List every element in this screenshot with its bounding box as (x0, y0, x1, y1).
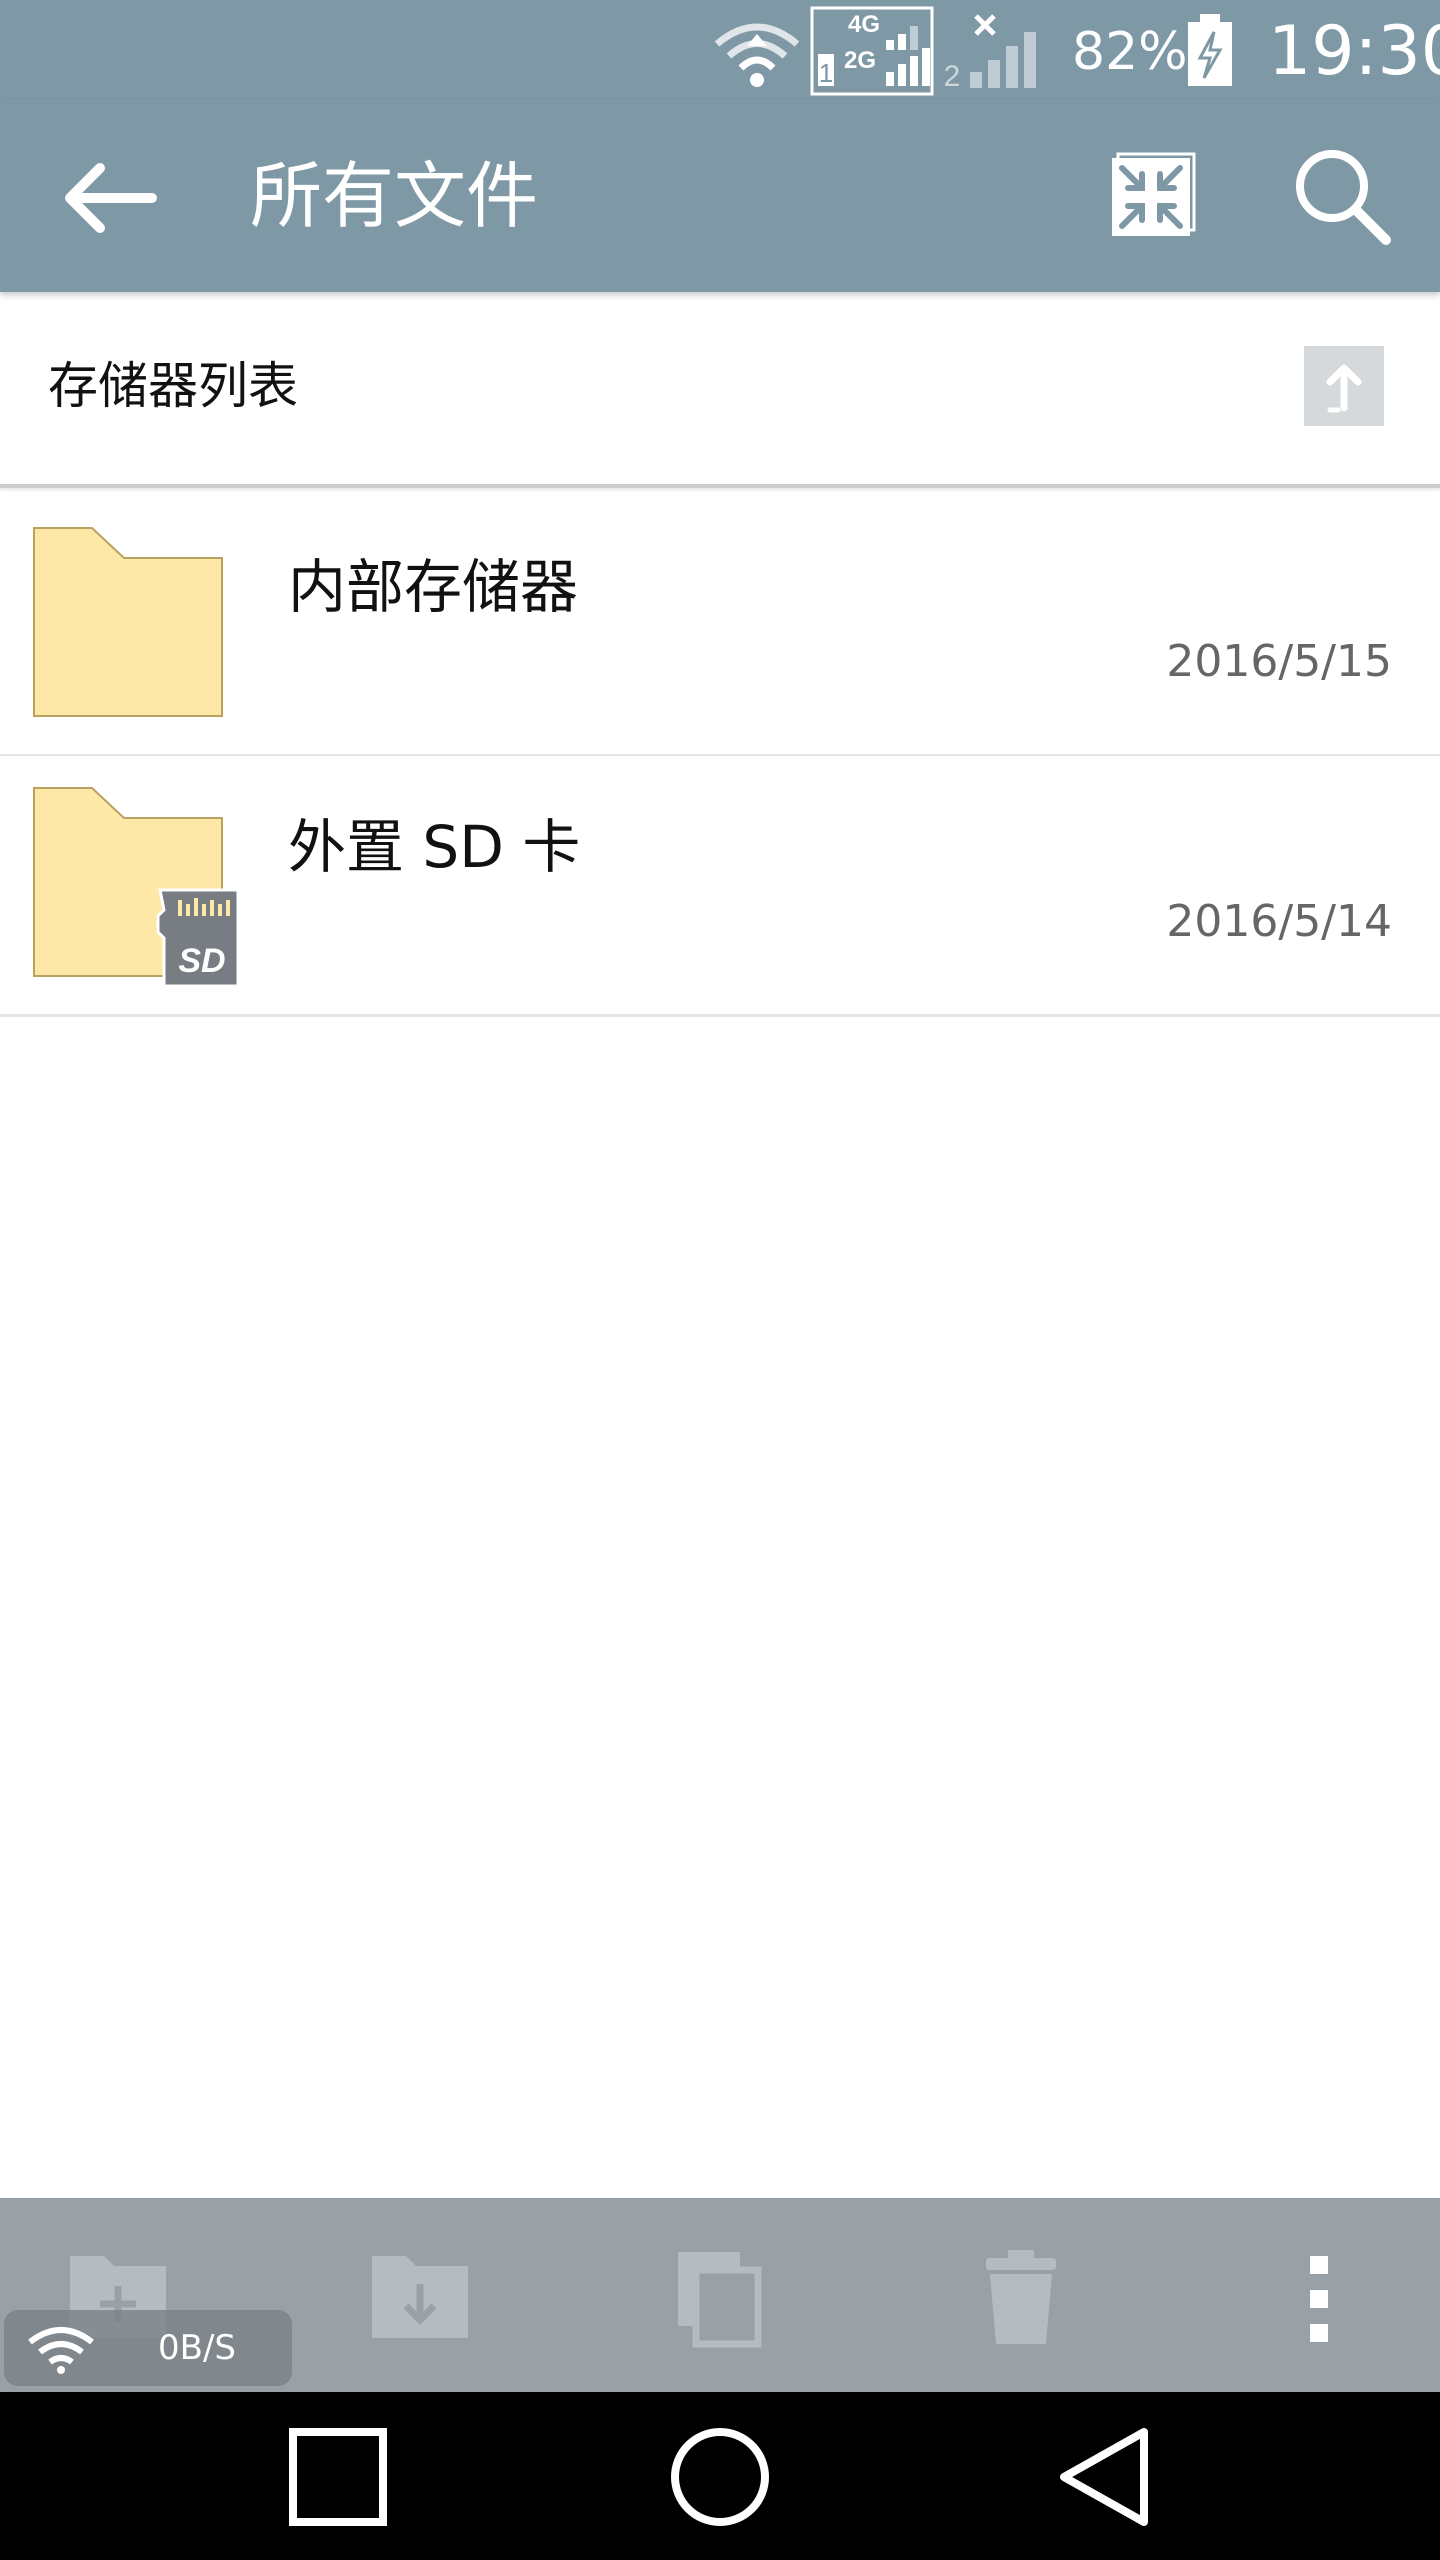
back-arrow-icon[interactable] (60, 158, 160, 238)
file-date: 2016/5/15 (1166, 636, 1392, 687)
folder-sd-icon: SD (33, 787, 240, 986)
network-2g-label: 2G (844, 47, 876, 74)
status-bar: 1 4G 2G 2 82% 19:30 (0, 0, 1440, 100)
list-item[interactable]: SD 外置 SD 卡 2016/5/14 (0, 756, 1440, 1017)
network-speed-overlay[interactable]: 0B/S (4, 2310, 292, 2386)
network-speed: 0B/S (158, 2328, 236, 2368)
svg-text:SD: SD (178, 942, 225, 980)
copy-icon[interactable] (666, 2248, 776, 2348)
network-4g-label: 4G (848, 11, 880, 38)
back-triangle-icon[interactable] (1050, 2422, 1160, 2532)
collapse-view-icon[interactable] (1108, 152, 1196, 240)
recents-square-icon[interactable] (283, 2422, 393, 2532)
sim2-label: 2 (944, 60, 961, 90)
more-options-icon[interactable] (1290, 2248, 1350, 2348)
battery-percent: 82% (1072, 22, 1188, 82)
page-title: 所有文件 (250, 154, 539, 238)
system-nav-bar (0, 2392, 1440, 2560)
trash-icon[interactable] (966, 2248, 1076, 2348)
home-circle-icon[interactable] (665, 2422, 775, 2532)
folder-icon (33, 527, 223, 717)
app-toolbar: 所有文件 (0, 100, 1440, 292)
sim1-label: 1 (819, 58, 833, 88)
sim2-signal-icon: 2 (944, 14, 1036, 90)
wifi-icon (28, 2327, 94, 2374)
storage-list-header: 存储器列表 (0, 292, 1440, 488)
screen: 1 4G 2G 2 82% 19:30 (0, 0, 1440, 2560)
file-name: 内部存储器 (288, 553, 579, 621)
file-name: 外置 SD 卡 (288, 813, 581, 881)
search-icon[interactable] (1290, 144, 1394, 248)
clock-time: 19:30 (1268, 12, 1440, 91)
arrow-up-icon (1326, 364, 1362, 413)
list-item[interactable]: 内部存储器 2016/5/15 (0, 496, 1440, 757)
storage-list-label: 存储器列表 (48, 357, 298, 415)
wifi-signal-icon (714, 23, 800, 87)
sim1-signal-icon: 1 4G 2G (810, 6, 934, 96)
up-level-button[interactable] (1304, 346, 1384, 426)
move-to-folder-icon[interactable] (366, 2248, 476, 2348)
file-date: 2016/5/14 (1166, 896, 1392, 947)
battery-charging-icon (1188, 14, 1232, 86)
